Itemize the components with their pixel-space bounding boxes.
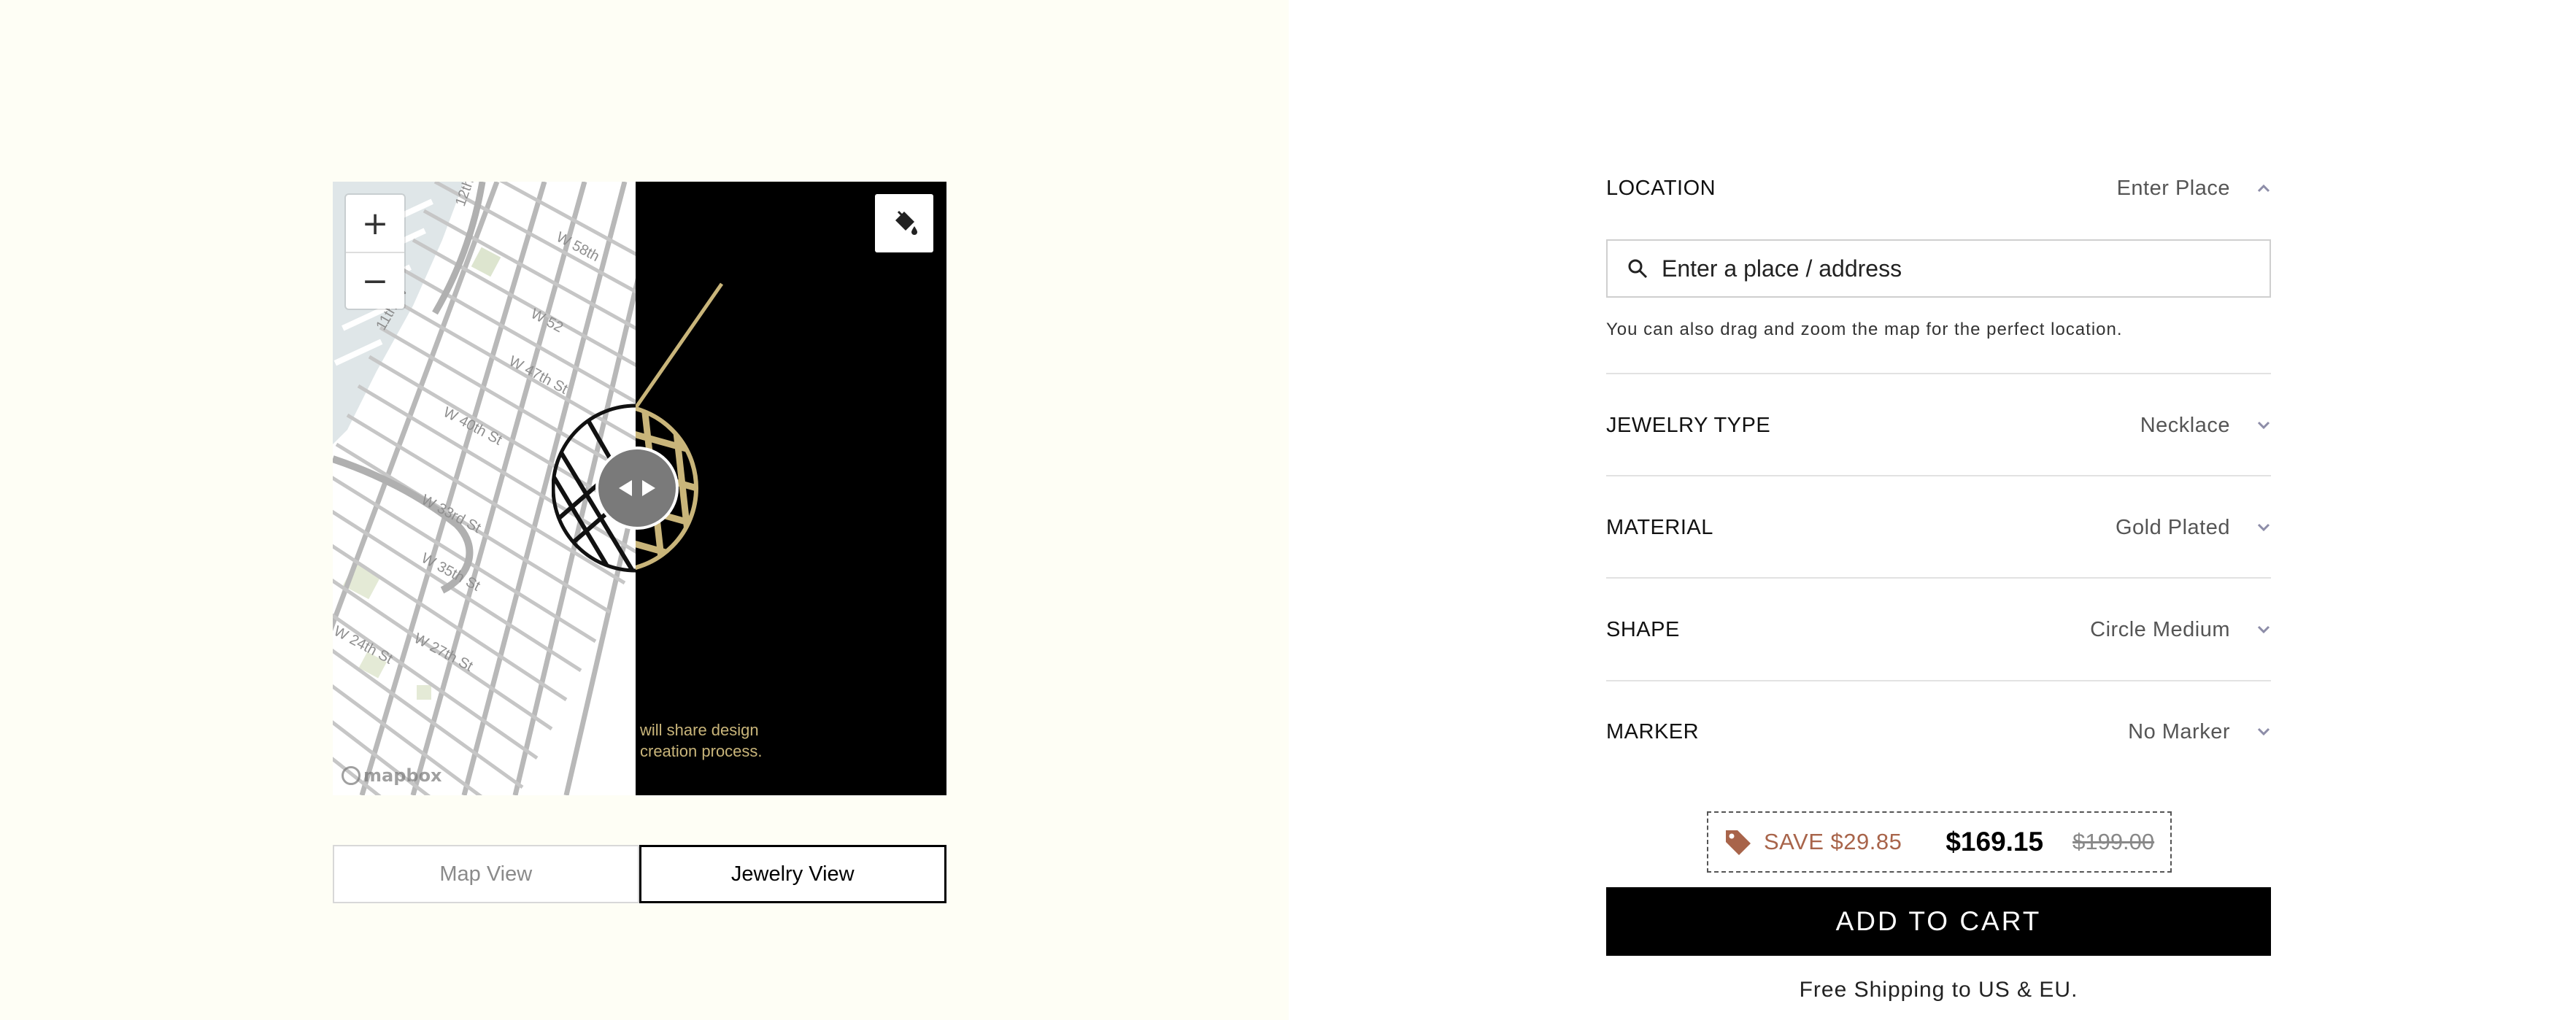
marker-label: MARKER (1606, 719, 1700, 743)
location-section-header[interactable]: LOCATION Enter Place (1606, 174, 2271, 203)
original-price: $199.00 (2072, 829, 2155, 854)
mapbox-mark-icon (342, 766, 360, 785)
zoom-in-button[interactable]: + (346, 195, 404, 252)
marker-section-header[interactable]: MARKER No Marker (1606, 717, 2271, 746)
mapbox-logo: mapbox (342, 765, 442, 786)
map-view-button[interactable]: Map View (333, 845, 639, 903)
zoom-control: + − (346, 195, 404, 309)
jewelry-note: will share design creation process. (636, 719, 946, 762)
search-icon (1628, 259, 1648, 279)
mapbox-logo-text: mapbox (363, 765, 442, 786)
material-section-header[interactable]: MATERIAL Gold Plated (1606, 513, 2271, 542)
view-toggle: Map View Jewelry View (333, 845, 946, 903)
necklace-render (636, 282, 724, 572)
marker-value: No Marker (2128, 719, 2230, 743)
divider (1606, 475, 2271, 476)
chevron-down-icon (2257, 421, 2270, 430)
chevron-down-icon (2257, 625, 2270, 634)
zoom-out-button[interactable]: − (346, 252, 404, 309)
location-search-input[interactable] (1662, 255, 2260, 282)
preview-pane: W 47th St W 40th St W 33rd St W 35th St W 24… (0, 0, 1289, 1020)
location-search (1606, 239, 2271, 298)
paint-bucket-icon (895, 210, 917, 235)
chevron-up-icon (2257, 184, 2270, 193)
price-box: SAVE $29.85 $169.15 $199.00 (1707, 811, 2172, 873)
chevron-down-icon (2257, 727, 2270, 736)
material-label: MATERIAL (1606, 515, 1713, 539)
chevron-down-icon (2257, 523, 2270, 532)
shape-value: Circle Medium (2090, 617, 2230, 641)
material-value: Gold Plated (2115, 515, 2230, 539)
jewelry-note-line1: will share design (640, 721, 759, 739)
arrow-right-icon (642, 480, 655, 496)
jewelry-canvas: will share design creation process. (636, 182, 946, 795)
shipping-note: Free Shipping to US & EU. (1799, 978, 2078, 1002)
style-button[interactable] (875, 194, 933, 252)
divider (1606, 577, 2271, 579)
location-value: Enter Place (2116, 176, 2230, 200)
shape-label: SHAPE (1606, 617, 1680, 641)
price-tag-icon (1726, 830, 1751, 855)
jewelry-view-button[interactable]: Jewelry View (639, 845, 946, 903)
location-hint: You can also drag and zoom the map for t… (1606, 320, 2123, 339)
save-amount: SAVE $29.85 (1764, 829, 1902, 854)
split-slider-handle[interactable] (595, 447, 679, 530)
divider (1606, 373, 2271, 374)
divider (1606, 680, 2271, 681)
arrow-left-icon (619, 480, 632, 496)
jewelry-type-value: Necklace (2140, 413, 2230, 437)
jewelry-note-line2: creation process. (640, 742, 763, 760)
current-price: $169.15 (1946, 827, 2044, 857)
shape-section-header[interactable]: SHAPE Circle Medium (1606, 615, 2271, 644)
location-label: LOCATION (1606, 176, 1716, 200)
jewelry-type-section-header[interactable]: JEWELRY TYPE Necklace (1606, 411, 2271, 440)
add-to-cart-button[interactable]: ADD TO CART (1606, 887, 2271, 956)
jewelry-type-label: JEWELRY TYPE (1606, 413, 1771, 437)
map-preview[interactable]: W 47th St W 40th St W 33rd St W 35th St W 24… (333, 182, 946, 795)
